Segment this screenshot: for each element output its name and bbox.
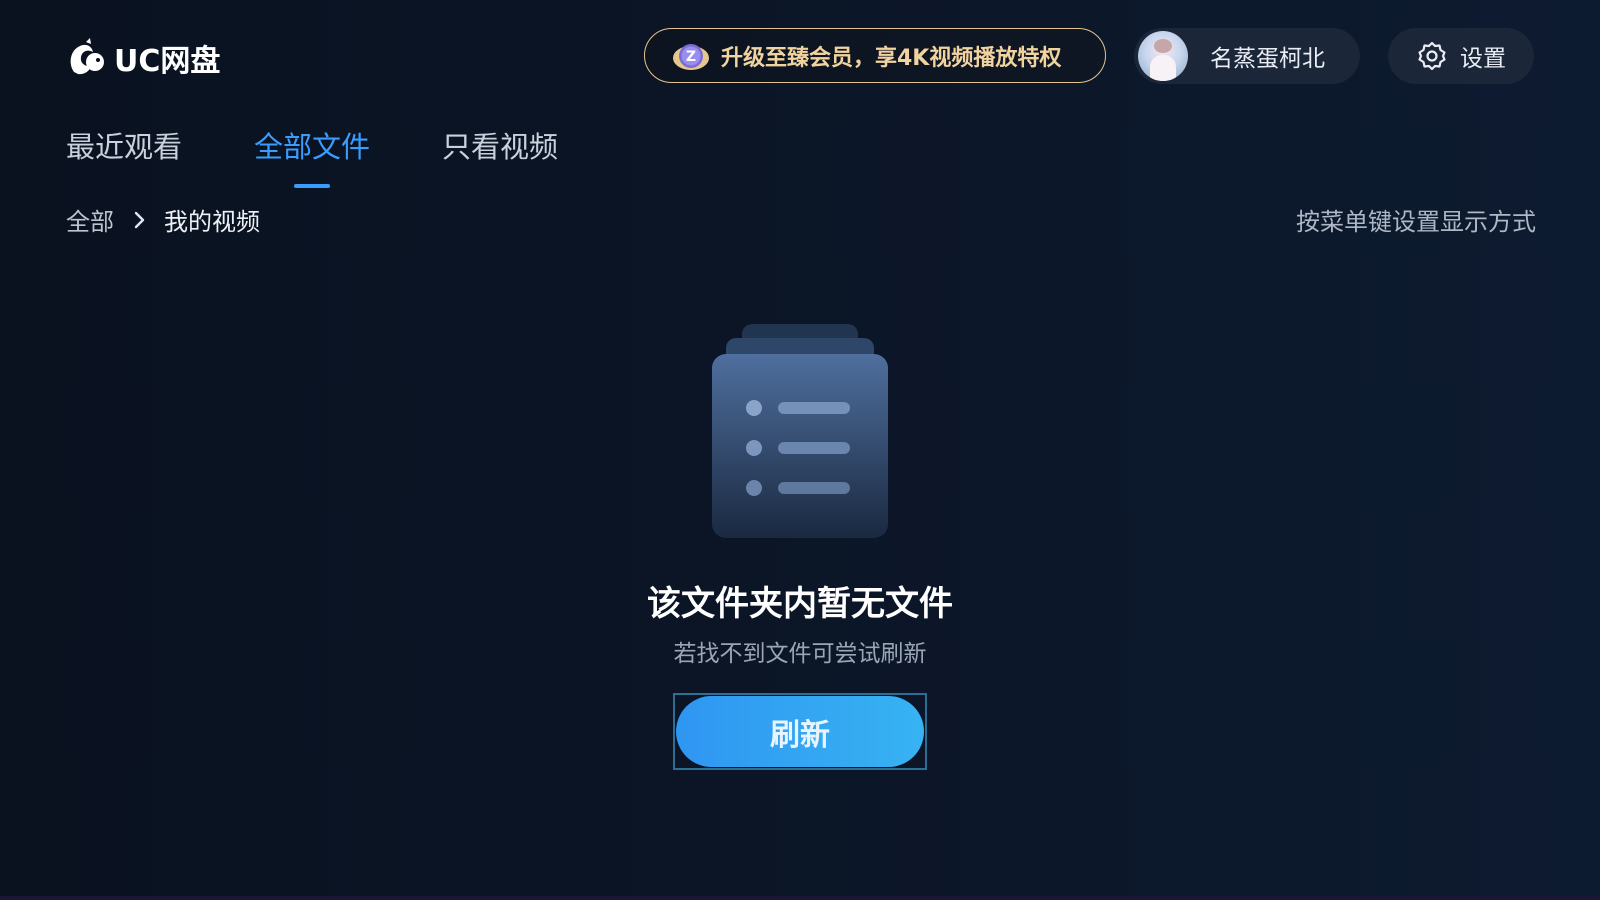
uc-squirrel-icon xyxy=(70,38,104,75)
breadcrumb-current: 我的视频 xyxy=(164,208,260,236)
tab-videos-only[interactable]: 只看视频 xyxy=(442,124,558,176)
refresh-button-label: 刷新 xyxy=(676,696,924,767)
tab-recently-watched[interactable]: 最近观看 xyxy=(66,124,182,176)
refresh-button[interactable]: 刷新 xyxy=(673,693,927,770)
app-name: UC网盘 xyxy=(114,44,221,79)
svg-text:Z: Z xyxy=(686,49,696,65)
user-name: 名蒸蛋柯北 xyxy=(1210,46,1325,72)
bottom-edge xyxy=(0,896,1600,900)
main-tabs: 最近观看 全部文件 只看视频 xyxy=(66,124,558,176)
app-logo: UC网盘 xyxy=(66,36,220,80)
user-account-button[interactable]: 名蒸蛋柯北 xyxy=(1134,28,1360,84)
empty-state-title: 该文件夹内暂无文件 xyxy=(647,584,953,624)
gear-icon xyxy=(1418,41,1446,71)
settings-button[interactable]: 设置 xyxy=(1388,28,1534,84)
empty-folder-icon xyxy=(712,324,888,538)
display-mode-hint: 按菜单键设置显示方式 xyxy=(1296,208,1536,236)
avatar xyxy=(1138,31,1188,81)
promo-text: 升级至臻会员，享4K视频播放特权 xyxy=(721,45,1062,71)
tab-all-files[interactable]: 全部文件 xyxy=(254,124,370,176)
breadcrumb-root[interactable]: 全部 xyxy=(66,202,114,237)
z-badge-cloud-icon: Z xyxy=(673,43,709,70)
membership-upgrade-banner[interactable]: Z 升级至臻会员，享4K视频播放特权 xyxy=(644,28,1106,83)
chevron-right-icon xyxy=(134,211,145,228)
breadcrumb: 全部 我的视频 xyxy=(66,202,260,237)
settings-label: 设置 xyxy=(1460,46,1506,72)
empty-state-subtitle: 若找不到文件可尝试刷新 xyxy=(673,641,927,667)
